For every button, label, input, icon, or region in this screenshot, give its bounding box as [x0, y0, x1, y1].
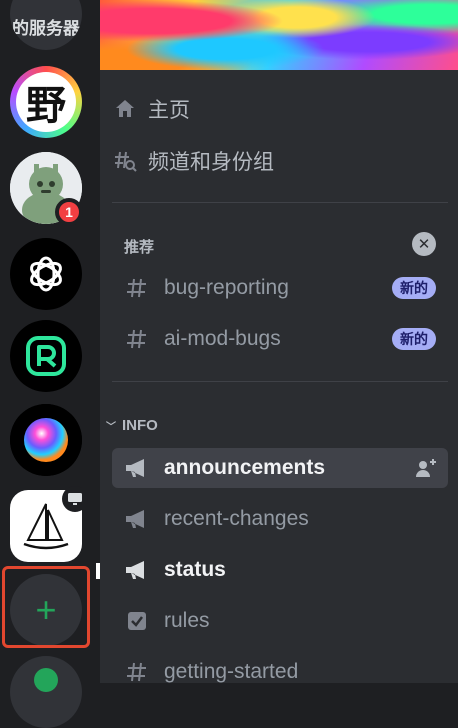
ye-logo-text: 野	[26, 82, 66, 129]
divider	[112, 381, 448, 382]
channel-name: bug-reporting	[164, 276, 289, 299]
server-orb[interactable]	[10, 404, 82, 476]
channel-name: rules	[164, 609, 210, 632]
category-info[interactable]: ﹀ INFO	[106, 417, 158, 434]
server-ye[interactable]: 野	[10, 66, 82, 138]
recommended-channel-bug-reporting[interactable]: bug-reporting 新的	[112, 268, 448, 308]
home-item[interactable]: 主页	[112, 94, 190, 124]
chevron-down-icon: ﹀	[106, 422, 116, 433]
channel-rules[interactable]: rules	[112, 601, 448, 641]
channel-getting-started[interactable]: getting-started	[112, 652, 448, 692]
channel-name: status	[164, 558, 226, 581]
recommended-header: 推荐	[124, 239, 155, 256]
compass-icon	[34, 668, 58, 692]
gradient-orb-icon	[10, 404, 82, 476]
channel-name: getting-started	[164, 660, 299, 683]
hashtag-icon	[122, 661, 152, 683]
new-badge: 新的	[392, 328, 436, 350]
mention-badge: 1	[55, 198, 83, 226]
megaphone-icon	[122, 457, 152, 479]
monitor-icon	[62, 486, 88, 512]
hashtag-search-icon	[112, 148, 138, 174]
recommended-channel-ai-mod-bugs[interactable]: ai-mod-bugs 新的	[112, 319, 448, 359]
server-banner	[100, 0, 458, 70]
channels-roles-label: 频道和身份组	[148, 151, 274, 174]
close-icon: ✕	[417, 236, 431, 253]
megaphone-icon	[122, 559, 152, 581]
divider	[112, 202, 448, 203]
home-label: 主页	[148, 99, 190, 122]
channel-name: recent-changes	[164, 507, 309, 530]
channels-roles-item[interactable]: 频道和身份组	[112, 146, 274, 176]
server-openai[interactable]	[10, 238, 82, 310]
channel-announcements[interactable]: announcements	[112, 448, 448, 488]
server-rail: 的服务器 野 1 +	[0, 0, 104, 728]
server-r-logo[interactable]	[10, 320, 82, 392]
new-badge: 新的	[392, 277, 436, 299]
dismiss-recommended-button[interactable]: ✕	[412, 232, 436, 256]
channel-name: ai-mod-bugs	[164, 327, 281, 350]
r-logo-icon	[26, 336, 66, 376]
home-icon	[112, 96, 138, 122]
channel-status[interactable]: status	[112, 550, 448, 590]
server-partial-label: 的服务器	[12, 18, 80, 38]
channel-panel: 主页 频道和身份组 推荐 ✕ bug-reporting 新的 ai-mod-b…	[100, 0, 458, 683]
rules-checkbox-icon	[122, 610, 152, 632]
server-partial-top[interactable]: 的服务器	[10, 0, 82, 50]
megaphone-icon	[122, 508, 152, 530]
channel-recent-changes[interactable]: recent-changes	[112, 499, 448, 539]
openai-logo-icon	[30, 256, 62, 292]
add-user-icon[interactable]	[414, 456, 438, 486]
server-explore[interactable]	[10, 656, 82, 728]
hashtag-icon	[122, 328, 152, 350]
annotation-highlight-box	[2, 566, 90, 648]
hashtag-icon	[122, 277, 152, 299]
channel-name: announcements	[164, 456, 326, 479]
category-info-label: INFO	[122, 417, 158, 434]
